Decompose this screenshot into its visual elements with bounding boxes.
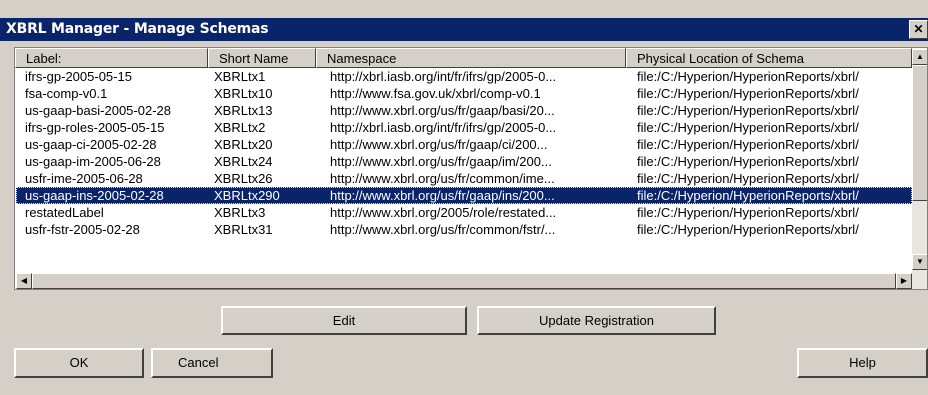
arrow-down-icon: ▼	[916, 257, 924, 266]
row-namespace-cell: http://xbrl.iasb.org/int/fr/ifrs/gp/2005…	[330, 120, 557, 135]
arrow-up-icon: ▲	[916, 52, 924, 61]
schema-row[interactable]: usfr-ime-2005-06-28 XBRLtx26 http://www.xb…	[16, 170, 912, 187]
row-namespace-cell: http://www.xbrl.org/2005/role/restated..…	[330, 205, 557, 220]
row-short-name-cell: XBRLtx290	[214, 188, 280, 203]
schema-row[interactable]: us-gaap-ci-2005-02-28 XBRLtx20 http://www.…	[16, 136, 912, 153]
vertical-scroll-thumb[interactable]	[912, 65, 927, 201]
row-short-name-cell: XBRLtx1	[214, 69, 266, 84]
row-label-cell: fsa-comp-v0.1	[25, 86, 108, 101]
row-short-name-cell: XBRLtx10	[214, 86, 273, 101]
row-namespace-cell: http://www.xbrl.org/us/fr/common/fstr/..…	[330, 222, 556, 237]
row-label-cell: restatedLabel	[25, 205, 104, 220]
arrow-left-icon: ◀	[20, 276, 28, 285]
row-location-cell: file:/C:/Hyperion/HyperionReports/xbrl/	[637, 103, 859, 118]
close-icon: ✕	[913, 22, 924, 36]
column-header-namespace[interactable]: Namespace	[316, 48, 626, 68]
schema-row[interactable]: us-gaap-ins-2005-02-28 XBRLtx290 http://ww…	[16, 187, 912, 204]
row-namespace-cell: http://www.xbrl.org/us/fr/common/ime...	[330, 171, 555, 186]
column-header-label[interactable]: Label:	[15, 48, 208, 68]
row-location-cell: file:/C:/Hyperion/HyperionReports/xbrl/	[637, 137, 859, 152]
schema-row[interactable]: restatedLabel XBRLtx3 http://www.xbrl.org/…	[16, 204, 912, 221]
scroll-up-button[interactable]: ▲	[912, 49, 927, 65]
row-label-cell: us-gaap-ins-2005-02-28	[25, 188, 164, 203]
row-location-cell: file:/C:/Hyperion/HyperionReports/xbrl/	[637, 120, 859, 135]
row-location-cell: file:/C:/Hyperion/HyperionReports/xbrl/	[637, 188, 859, 203]
row-short-name-cell: XBRLtx2	[214, 120, 266, 135]
column-header-short-name[interactable]: Short Name	[208, 48, 316, 68]
row-label-cell: us-gaap-im-2005-06-28	[25, 154, 161, 169]
row-short-name-cell: XBRLtx31	[214, 222, 273, 237]
row-location-cell: file:/C:/Hyperion/HyperionReports/xbrl/	[637, 86, 859, 101]
schema-row[interactable]: us-gaap-basi-2005-02-28 XBRLtx13 http://ww…	[16, 102, 912, 119]
row-location-cell: file:/C:/Hyperion/HyperionReports/xbrl/	[637, 171, 859, 186]
row-namespace-cell: http://www.xbrl.org/us/fr/gaap/im/200...	[330, 154, 552, 169]
row-label-cell: us-gaap-basi-2005-02-28	[25, 103, 171, 118]
cancel-button[interactable]: Cancel	[151, 348, 273, 378]
scroll-right-button[interactable]: ▶	[896, 273, 912, 289]
window-title: XBRL Manager - Manage Schemas	[6, 21, 269, 37]
row-label-cell: us-gaap-ci-2005-02-28	[25, 137, 157, 152]
schema-row[interactable]: usfr-fstr-2005-02-28 XBRLtx31 http://www.x…	[16, 221, 912, 238]
schema-list[interactable]: Label: Short Name Namespace Physical Loc…	[14, 47, 928, 290]
row-location-cell: file:/C:/Hyperion/HyperionReports/xbrl/	[637, 154, 859, 169]
row-label-cell: ifrs-gp-2005-05-15	[25, 69, 132, 84]
row-namespace-cell: http://www.xbrl.org/us/fr/gaap/ci/200...	[330, 137, 548, 152]
schema-row[interactable]: ifrs-gp-2005-05-15 XBRLtx1 http://xbrl.ias…	[16, 68, 912, 85]
row-location-cell: file:/C:/Hyperion/HyperionReports/xbrl/	[637, 69, 859, 84]
ok-button[interactable]: OK	[14, 348, 144, 378]
row-short-name-cell: XBRLtx3	[214, 205, 266, 220]
horizontal-scrollbar[interactable]: ◀ ▶	[16, 273, 912, 289]
vertical-scrollbar[interactable]: ▲ ▼	[912, 49, 927, 289]
arrow-right-icon: ▶	[900, 276, 908, 285]
row-namespace-cell: http://www.fsa.gov.uk/xbrl/comp-v0.1	[330, 86, 541, 101]
scroll-left-button[interactable]: ◀	[16, 273, 32, 289]
row-short-name-cell: XBRLtx13	[214, 103, 273, 118]
schema-row[interactable]: fsa-comp-v0.1 XBRLtx10 http://www.fsa.gov.…	[16, 85, 912, 102]
row-short-name-cell: XBRLtx24	[214, 154, 273, 169]
close-button[interactable]: ✕	[909, 20, 928, 39]
scroll-down-button[interactable]: ▼	[912, 254, 927, 270]
row-location-cell: file:/C:/Hyperion/HyperionReports/xbrl/	[637, 205, 859, 220]
row-location-cell: file:/C:/Hyperion/HyperionReports/xbrl/	[637, 222, 859, 237]
help-button[interactable]: Help	[797, 348, 928, 378]
row-label-cell: usfr-ime-2005-06-28	[25, 171, 143, 186]
schema-row[interactable]: ifrs-gp-roles-2005-05-15 XBRLtx2 http://xb…	[16, 119, 912, 136]
column-header-location[interactable]: Physical Location of Schema	[626, 48, 912, 68]
schema-row[interactable]: us-gaap-im-2005-06-28 XBRLtx24 http://www.…	[16, 153, 912, 170]
update-registration-button[interactable]: Update Registration	[477, 306, 716, 335]
row-namespace-cell: http://www.xbrl.org/us/fr/gaap/basi/20..…	[330, 103, 555, 118]
row-namespace-cell: http://www.xbrl.org/us/fr/gaap/ins/200..…	[330, 188, 555, 203]
row-short-name-cell: XBRLtx26	[214, 171, 273, 186]
row-short-name-cell: XBRLtx20	[214, 137, 273, 152]
row-label-cell: usfr-fstr-2005-02-28	[25, 222, 140, 237]
row-namespace-cell: http://xbrl.iasb.org/int/fr/ifrs/gp/2005…	[330, 69, 557, 84]
edit-button[interactable]: Edit	[221, 306, 467, 335]
title-bar[interactable]: XBRL Manager - Manage Schemas ✕	[0, 18, 928, 41]
row-label-cell: ifrs-gp-roles-2005-05-15	[25, 120, 165, 135]
horizontal-scroll-thumb[interactable]	[32, 273, 896, 289]
